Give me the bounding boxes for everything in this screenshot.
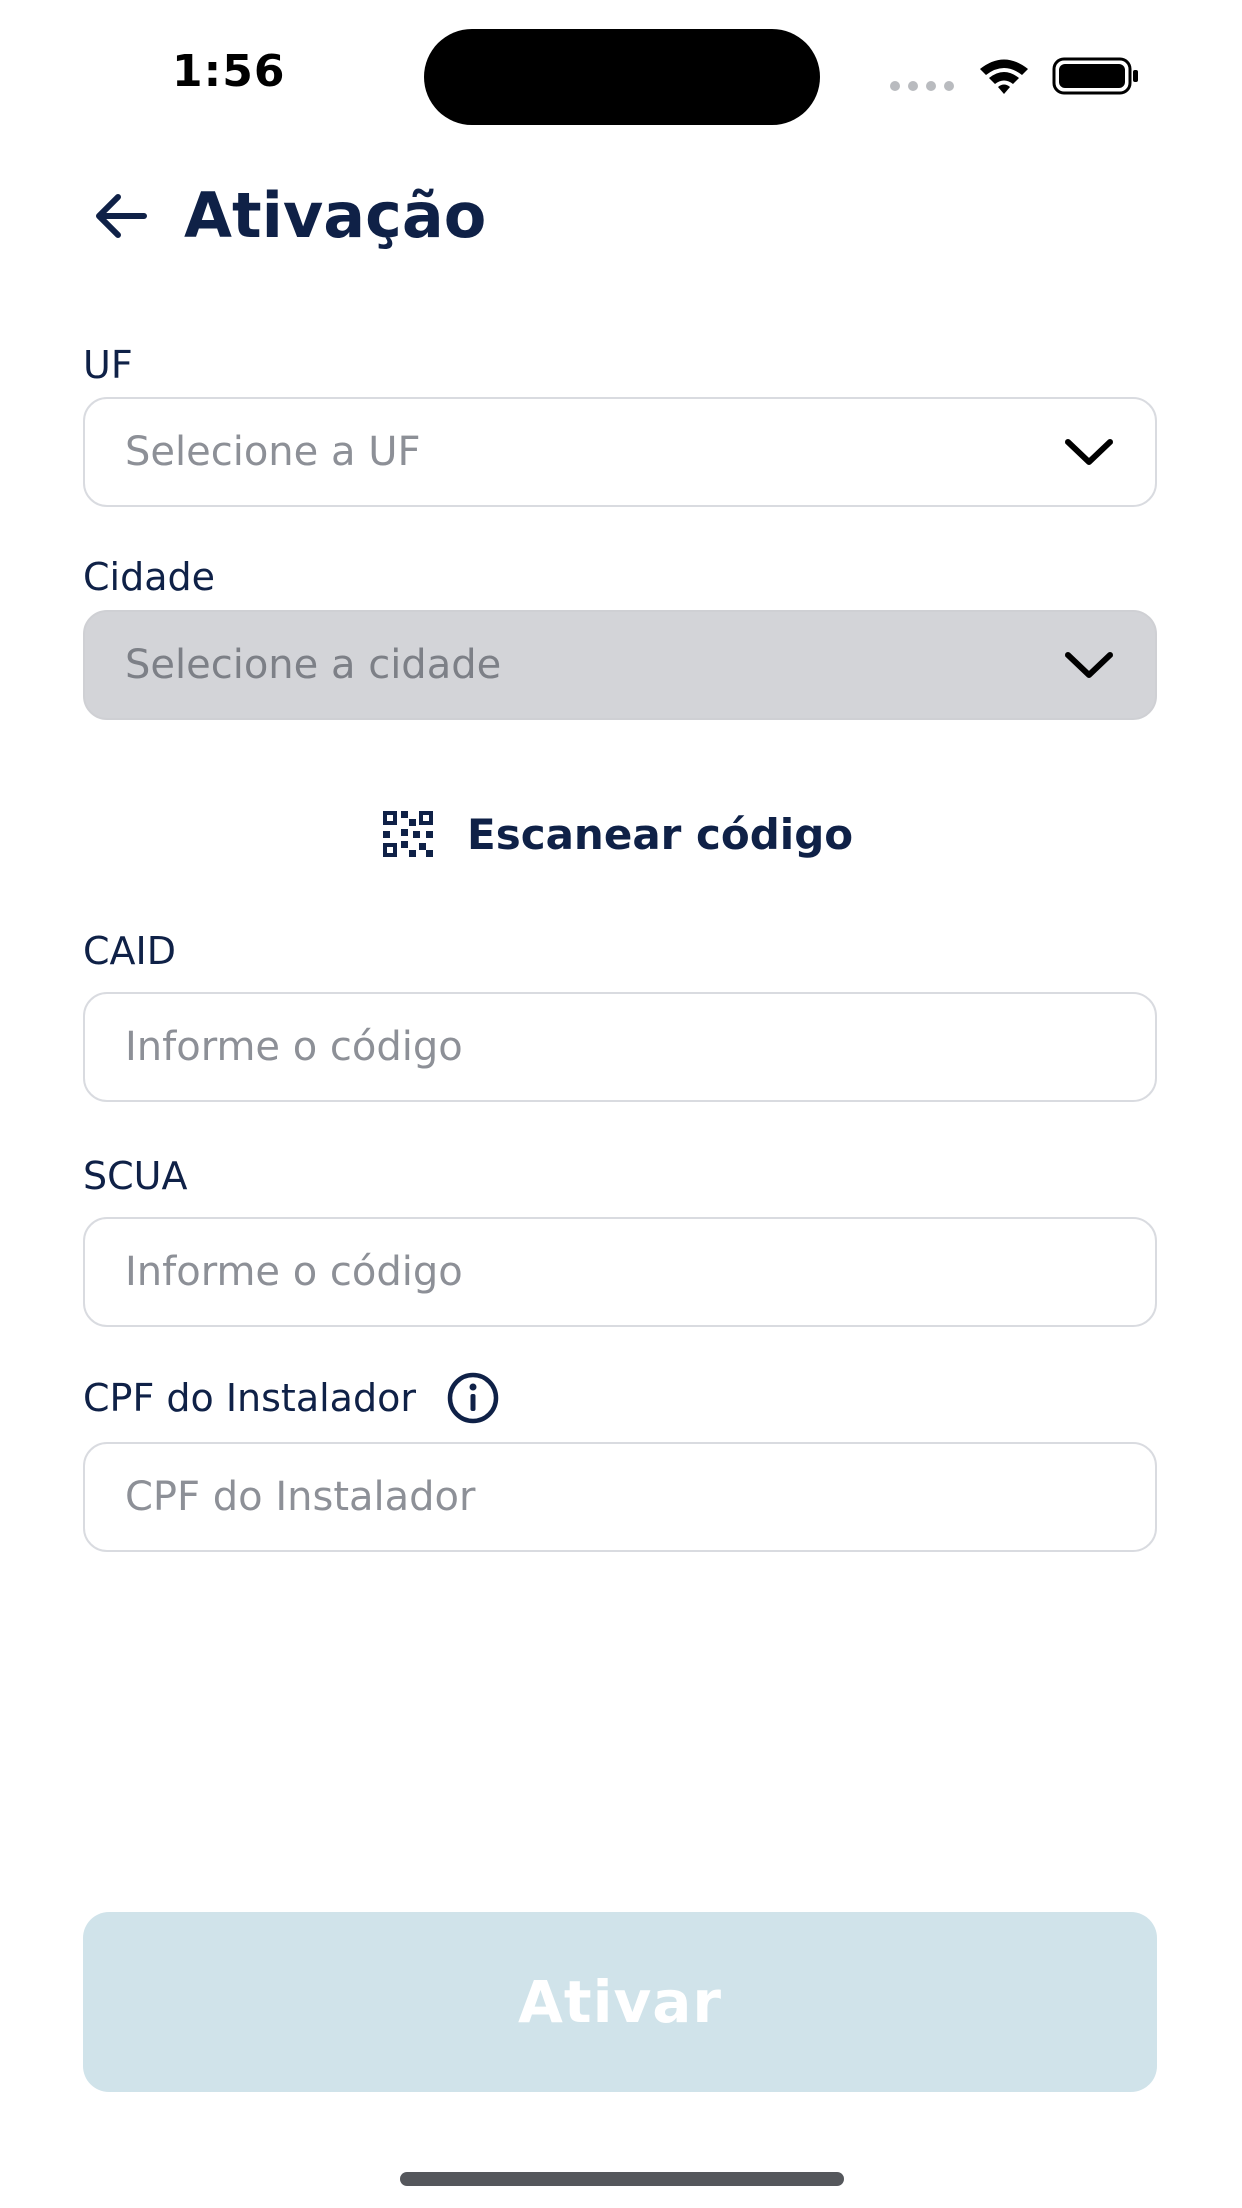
scua-label: SCUA [83, 1154, 188, 1198]
battery-icon [1052, 57, 1138, 95]
uf-select[interactable]: Selecione a UF [83, 397, 1157, 507]
scua-field[interactable] [83, 1217, 1157, 1327]
page-title: Ativação [184, 179, 487, 252]
home-indicator[interactable] [400, 2172, 844, 2186]
scan-code-label: Escanear código [467, 809, 854, 859]
chevron-down-icon [1065, 652, 1113, 678]
cpf-label-row: CPF do Instalador [83, 1371, 500, 1425]
uf-placeholder: Selecione a UF [125, 429, 421, 475]
cidade-placeholder: Selecione a cidade [125, 642, 502, 688]
dynamic-island [424, 29, 820, 125]
back-button[interactable] [80, 180, 160, 252]
cellular-signal-icon [890, 81, 954, 91]
activate-button[interactable]: Ativar [83, 1912, 1157, 2092]
cpf-label: CPF do Instalador [83, 1376, 416, 1420]
cpf-field[interactable] [83, 1442, 1157, 1552]
arrow-left-icon [96, 194, 147, 238]
caid-input[interactable] [125, 1024, 1115, 1070]
wifi-icon [980, 59, 1028, 94]
cpf-input[interactable] [125, 1474, 1115, 1520]
qr-code-icon [383, 811, 433, 857]
caid-label: CAID [83, 929, 176, 973]
chevron-down-icon [1065, 439, 1113, 465]
info-icon[interactable] [446, 1371, 500, 1425]
scua-input[interactable] [125, 1249, 1115, 1295]
cidade-label: Cidade [83, 555, 215, 599]
cidade-select[interactable]: Selecione a cidade [83, 610, 1157, 720]
scan-code-button[interactable]: Escanear código [383, 804, 853, 864]
uf-label: UF [83, 343, 133, 387]
caid-field[interactable] [83, 992, 1157, 1102]
status-time: 1:56 [172, 46, 286, 97]
